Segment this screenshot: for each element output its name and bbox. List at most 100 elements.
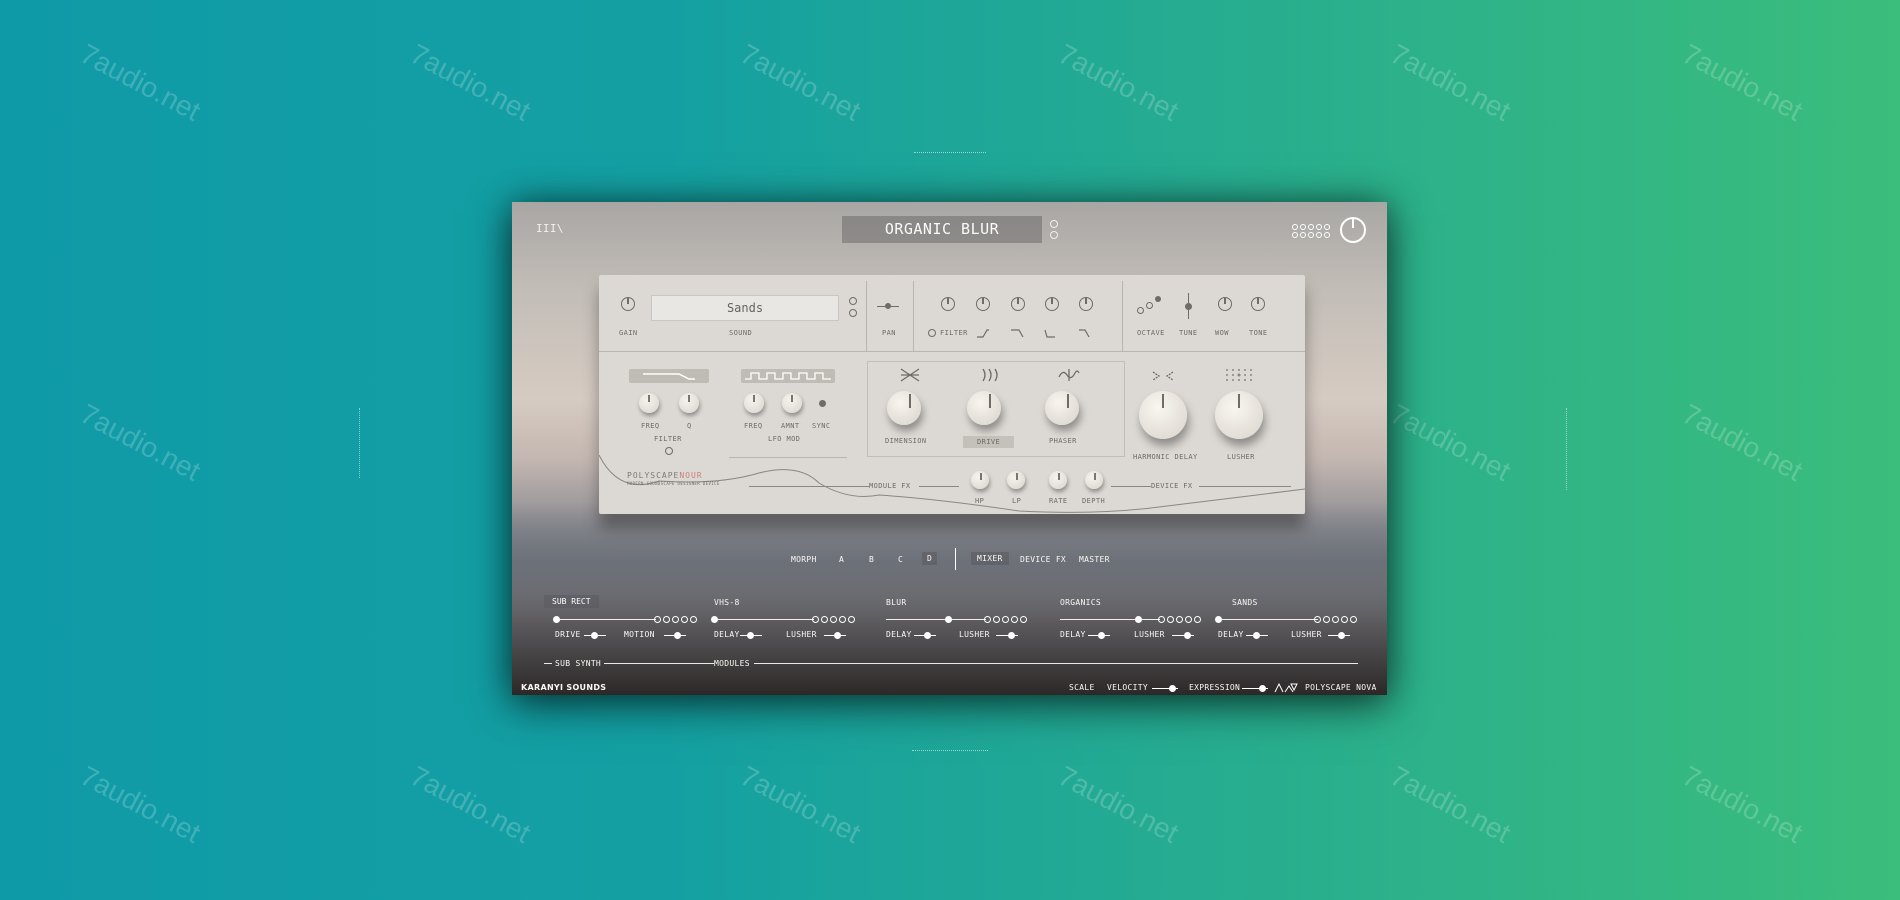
module-fx-title: MODULE FX [869,482,911,490]
grid-menu-icon[interactable] [1292,224,1330,238]
drive-icon [982,368,998,382]
harmonic-delay-knob[interactable] [1139,391,1187,439]
channel-level-slider[interactable] [1215,616,1318,623]
sound-prev-icon[interactable] [849,309,857,317]
phaser-icon [1058,369,1080,381]
channel-level-slider[interactable] [553,616,656,623]
watermark-text: 7audio.net [75,398,206,487]
harmonic-delay-icon [1152,371,1174,381]
gain-knob[interactable] [621,297,635,311]
filter-q-label: Q [687,422,692,430]
channel-send-dots[interactable] [654,616,697,623]
drive-label[interactable]: DRIVE [963,436,1015,448]
channel-level-slider[interactable] [711,616,814,623]
filter-knob-3[interactable] [1011,297,1025,311]
depth-knob[interactable] [1085,471,1103,489]
preset-name-display[interactable]: ORGANIC BLUR [842,216,1042,243]
lusher-icon [1226,369,1252,381]
filter-shape-display[interactable] [629,369,709,383]
filter-freq-knob[interactable] [639,393,659,413]
morph-slot-b[interactable]: B [869,555,874,564]
channel-param-1-slider[interactable] [1246,632,1268,639]
channel-param-1-slider[interactable] [740,632,762,639]
wow-knob[interactable] [1218,297,1232,311]
channel-param-1-slider[interactable] [584,632,606,639]
channel-param-2-slider[interactable] [1328,632,1350,639]
power-icon[interactable] [1340,217,1366,243]
depth-label: DEPTH [1082,497,1106,505]
sound-selector[interactable]: Sands [651,295,839,321]
pan-slider[interactable] [877,303,899,309]
channel-param-2-slider[interactable] [824,632,846,639]
filter-shape-icons[interactable] [975,327,1095,339]
filter-knob-2[interactable] [976,297,990,311]
preset-next-icon[interactable] [1050,220,1058,228]
phaser-knob[interactable] [1045,391,1079,425]
product-logo: POLYSCAPENOUR [627,471,703,480]
channel-param-2-slider[interactable] [1172,632,1194,639]
morph-slot-a[interactable]: A [839,555,844,564]
octave-dots-icon[interactable] [1137,293,1171,317]
company-name[interactable]: KARANYI SOUNDS [521,683,606,692]
channel-level-slider[interactable] [1060,616,1160,623]
divider [754,663,1358,664]
channel-name: BLUR [886,598,907,607]
gain-label: GAIN [619,329,638,337]
filter-toggle[interactable] [928,329,936,337]
dimension-knob[interactable] [887,391,921,425]
divider [919,486,959,487]
lp-knob[interactable] [1007,471,1025,489]
velocity-slider[interactable] [1152,685,1178,692]
divider [1199,486,1291,487]
tab-mixer[interactable]: MIXER [971,552,1009,565]
filter-enable-toggle[interactable] [665,447,673,455]
product-name: POLYSCAPE NOVA [1305,683,1377,692]
filter-knob-5[interactable] [1079,297,1093,311]
sound-label: SOUND [729,329,753,337]
tab-device-fx[interactable]: DEVICE FX [1020,555,1066,564]
channel-param-2-slider[interactable] [996,632,1018,639]
channel-send-dots[interactable] [1158,616,1201,623]
channel-param-2-slider[interactable] [664,632,686,639]
filter-q-knob[interactable] [679,393,699,413]
channel-level-slider[interactable] [886,616,986,623]
lfo-amount-knob[interactable] [782,393,802,413]
channel-send-dots[interactable] [1314,616,1357,623]
scale-button[interactable]: SCALE [1069,683,1095,692]
hp-knob[interactable] [971,471,989,489]
expression-slider[interactable] [1242,685,1268,692]
lfo-freq-knob[interactable] [744,393,764,413]
wow-label: WOW [1215,329,1229,337]
morph-label: MORPH [791,555,817,564]
channel-send-dots[interactable] [812,616,855,623]
lfo-shape-display[interactable] [741,369,835,383]
watermark-text: 7audio.net [1677,398,1808,487]
rate-knob[interactable] [1049,471,1067,489]
morph-slot-c[interactable]: C [898,555,903,564]
channel-param-2-label: MOTION [624,630,655,639]
watermark-text: 7audio.net [735,760,866,849]
sound-next-icon[interactable] [849,297,857,305]
lfo-title: LFO MOD [768,435,801,443]
divider [599,351,1305,352]
lusher-knob[interactable] [1215,391,1263,439]
channel-name: VHS-8 [714,598,740,607]
channel-param-1-slider[interactable] [914,632,936,639]
lfo-sync-toggle[interactable] [819,400,826,407]
divider [955,548,956,570]
main-panel: GAIN Sands SOUND PAN FILTER OCTAVE TUNE … [599,275,1305,514]
watermark-text: 7audio.net [1053,38,1184,127]
channel-name: ORGANICS [1060,598,1101,607]
channel-param-1-slider[interactable] [1088,632,1110,639]
filter-knob-4[interactable] [1045,297,1059,311]
tab-master[interactable]: MASTER [1079,555,1110,564]
preset-prev-icon[interactable] [1050,231,1058,239]
morph-slot-d[interactable]: D [922,552,938,565]
guide-line [1566,408,1567,490]
drive-knob[interactable] [967,391,1001,425]
channel-param-1-label: DELAY [714,630,740,639]
filter-cutoff-knob[interactable] [941,297,955,311]
tone-knob[interactable] [1251,297,1265,311]
channel-send-dots[interactable] [984,616,1027,623]
tune-slider[interactable] [1185,293,1192,319]
